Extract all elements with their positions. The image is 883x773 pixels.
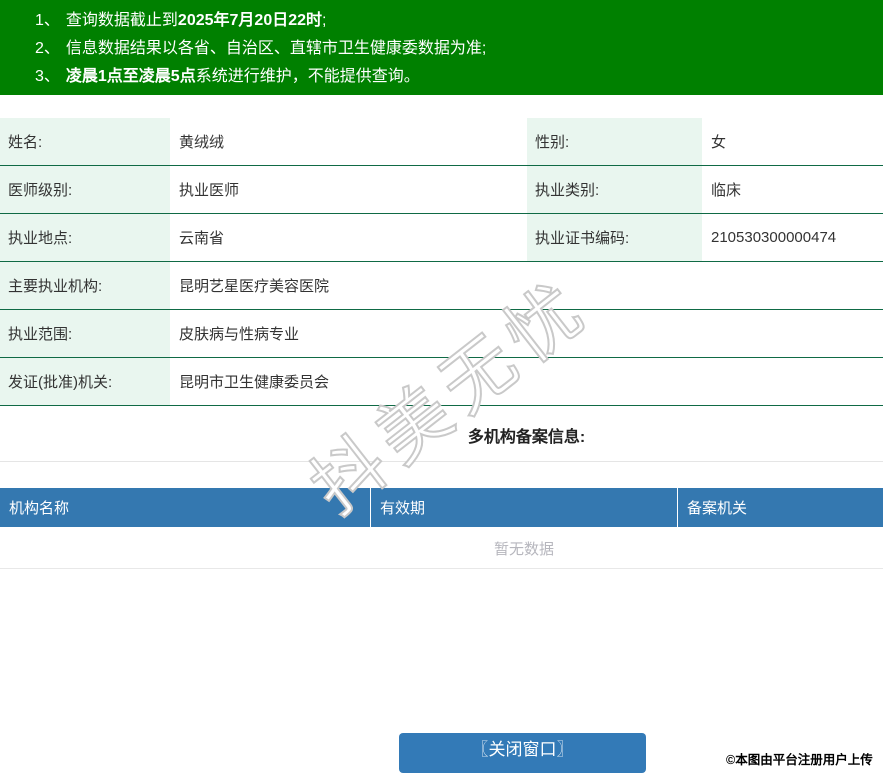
table-row: 姓名: 黄绒绒 性别: 女	[0, 118, 883, 166]
practice-location-label: 执业地点:	[0, 214, 170, 261]
table-row: 执业范围: 皮肤病与性病专业	[0, 310, 883, 358]
gender-value: 女	[702, 118, 883, 165]
main-institution-value: 昆明艺星医疗美容医院	[170, 262, 883, 309]
practice-scope-label: 执业范围:	[0, 310, 170, 357]
column-header-record-authority: 备案机关	[678, 488, 883, 527]
notice-line-1: 1、 查询数据截止到2025年7月20日22时;	[35, 7, 873, 35]
notice-number: 2、	[35, 40, 60, 57]
notice-text: 系统进行维护，不能提供查询。	[195, 68, 420, 85]
table-row: 执业地点: 云南省 执业证书编码: 210530300000474	[0, 214, 883, 262]
notice-number: 1、	[35, 12, 60, 29]
notice-text: ;	[322, 12, 327, 29]
practice-location-value: 云南省	[170, 214, 527, 261]
doctor-level-label: 医师级别:	[0, 166, 170, 213]
notice-text: 信息数据结果以各省、自治区、直辖市卫生健康委数据为准;	[65, 40, 487, 57]
table-row: 主要执业机构: 昆明艺星医疗美容医院	[0, 262, 883, 310]
notice-banner: 1、 查询数据截止到2025年7月20日22时; 2、 信息数据结果以各省、自治区、…	[0, 0, 883, 95]
gender-label: 性别:	[527, 118, 702, 165]
certificate-number-value: 210530300000474	[702, 214, 883, 261]
name-value: 黄绒绒	[170, 118, 527, 165]
records-table-header: 机构名称 有效期 备案机关	[0, 488, 883, 527]
table-row: 医师级别: 执业医师 执业类别: 临床	[0, 166, 883, 214]
physician-query-result-page: 1、 查询数据截止到2025年7月20日22时; 2、 信息数据结果以各省、自治区、…	[0, 0, 883, 773]
close-window-button[interactable]: 〖关闭窗口〗	[399, 733, 646, 773]
practice-scope-value: 皮肤病与性病专业	[170, 310, 883, 357]
certificate-number-label: 执业证书编码:	[527, 214, 702, 261]
multi-institution-section: 多机构备案信息:	[0, 407, 883, 462]
notice-text-bold: 凌晨1点至凌晨5点	[65, 68, 196, 85]
notice-number: 3、	[35, 68, 60, 85]
section-title: 多机构备案信息:	[467, 428, 586, 446]
practice-category-label: 执业类别:	[527, 166, 702, 213]
issuing-authority-value: 昆明市卫生健康委员会	[170, 358, 883, 405]
notice-text-bold: 2025年7月20日22时	[177, 12, 323, 29]
column-header-institution-name: 机构名称	[0, 488, 370, 527]
copyright-stamp: ©本图由平台注册用户上传	[726, 753, 873, 767]
column-header-validity-period: 有效期	[371, 488, 677, 527]
notice-line-3: 3、 凌晨1点至凌晨5点系统进行维护，不能提供查询。	[35, 63, 873, 91]
physician-info-table: 姓名: 黄绒绒 性别: 女 医师级别: 执业医师 执业类别: 临床 执业地点: …	[0, 118, 883, 406]
practice-category-value: 临床	[702, 166, 883, 213]
name-label: 姓名:	[0, 118, 170, 165]
main-institution-label: 主要执业机构:	[0, 262, 170, 309]
records-empty-row: 暂无数据	[0, 527, 883, 569]
doctor-level-value: 执业医师	[170, 166, 527, 213]
notice-text: 查询数据截止到	[65, 12, 178, 29]
no-data-text: 暂无数据	[493, 540, 554, 558]
notice-line-2: 2、 信息数据结果以各省、自治区、直辖市卫生健康委数据为准;	[35, 35, 873, 63]
table-row: 发证(批准)机关: 昆明市卫生健康委员会	[0, 358, 883, 406]
issuing-authority-label: 发证(批准)机关:	[0, 358, 170, 405]
